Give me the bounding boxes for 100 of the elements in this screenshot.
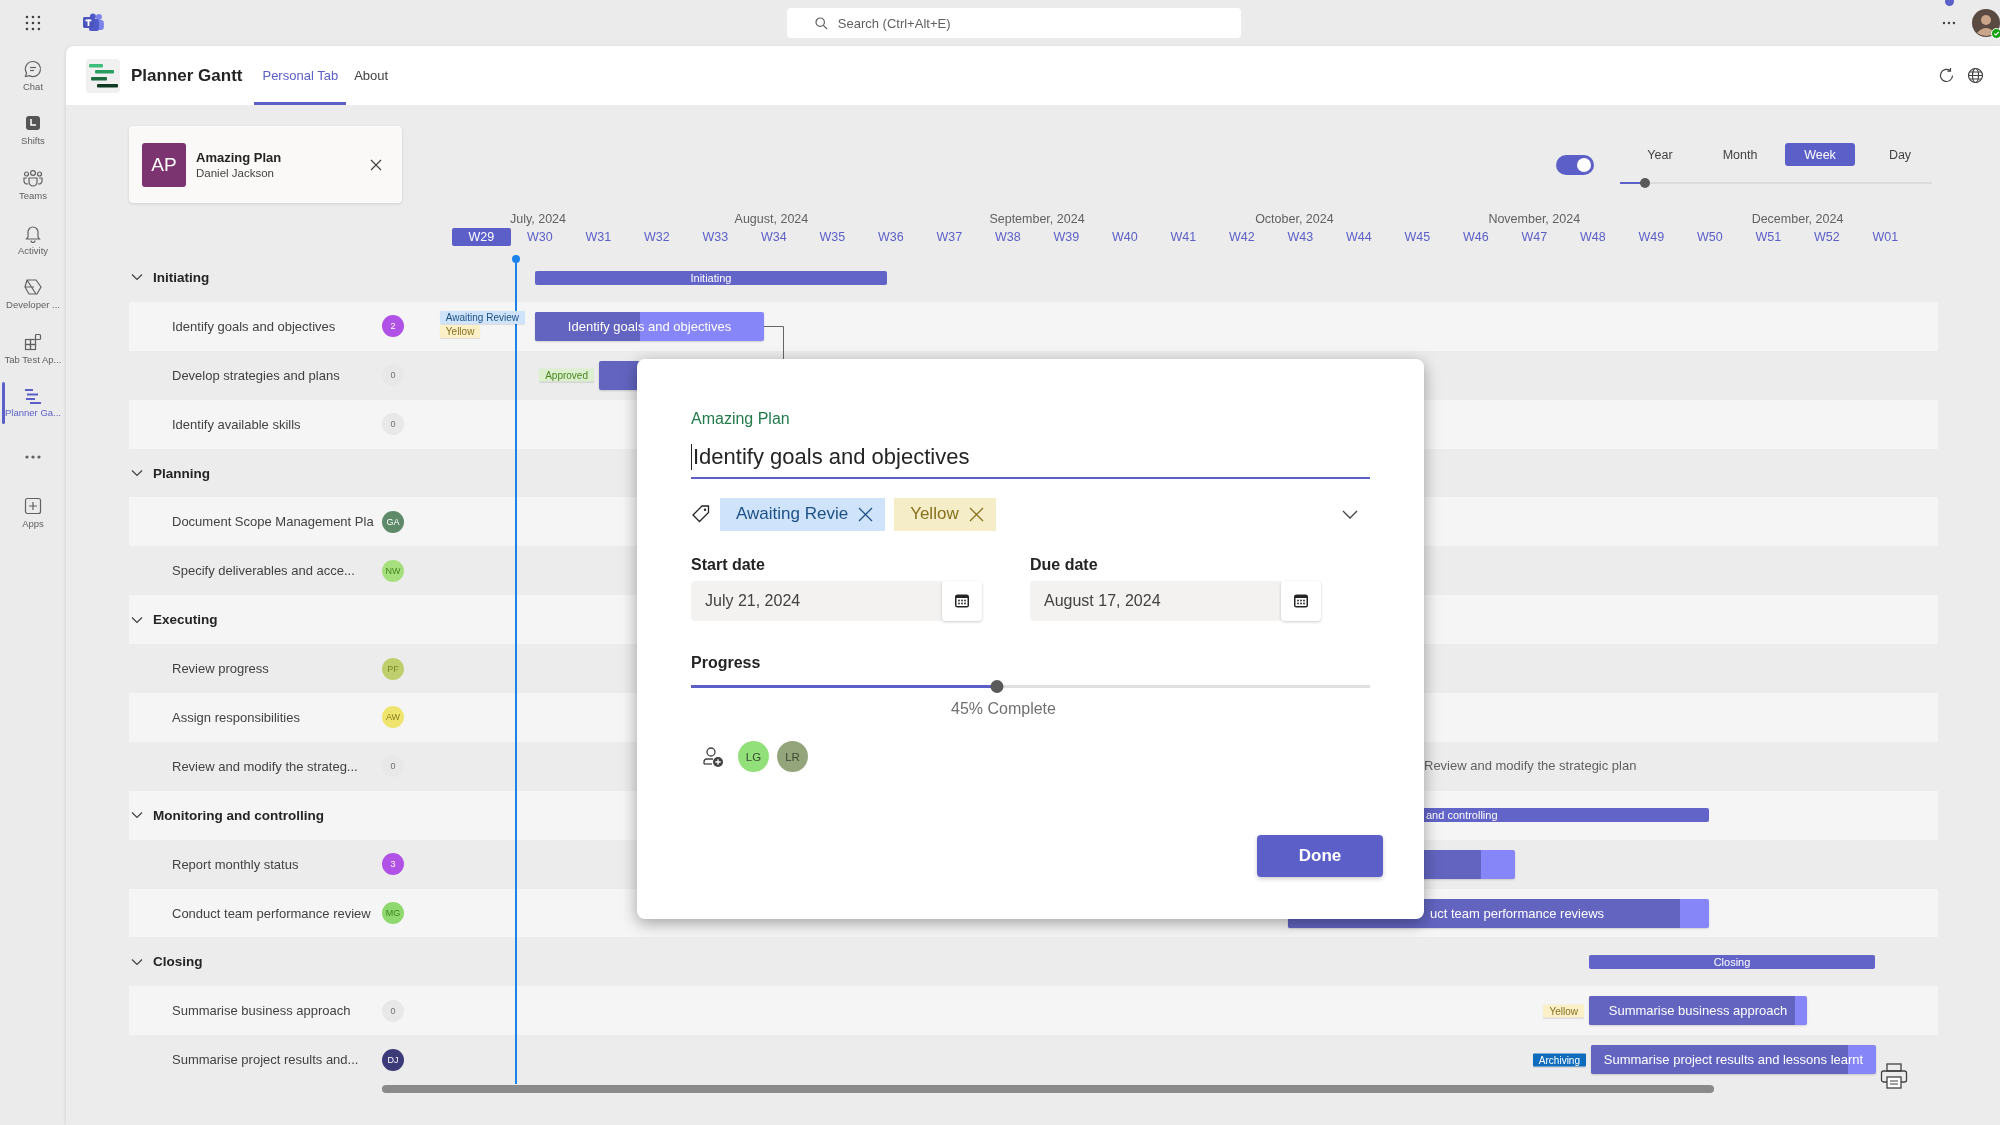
rail-item[interactable]: Tab Test Ap... — [0, 320, 66, 376]
search-field[interactable]: Search (Ctrl+Alt+E) — [786, 8, 1242, 38]
assignee-badge: 2 — [382, 315, 404, 338]
week-label[interactable]: W33 — [686, 228, 745, 246]
task-bar[interactable]: Summarise business approach — [1589, 996, 1807, 1026]
chevron-icon[interactable] — [131, 811, 143, 820]
zoom-slider[interactable] — [1620, 178, 1932, 188]
rail-item[interactable]: Teams — [0, 157, 66, 212]
week-label[interactable]: W48 — [1563, 228, 1622, 246]
week-label[interactable]: W36 — [861, 228, 920, 246]
calendar-button[interactable] — [1281, 581, 1321, 621]
chevron-icon[interactable] — [131, 469, 143, 477]
date-field[interactable]: August 17, 2024 — [1030, 581, 1281, 621]
printer-icon[interactable] — [1880, 1063, 1908, 1089]
week-label[interactable]: W43 — [1271, 228, 1330, 246]
week-label[interactable]: W51 — [1739, 228, 1798, 246]
rail-item[interactable]: Activity — [0, 211, 66, 267]
week-label[interactable]: W29 — [452, 228, 511, 246]
task-name[interactable]: Document Scope Management Pla — [172, 514, 377, 530]
view-mode-button[interactable]: Month — [1705, 143, 1775, 166]
week-label[interactable]: W34 — [744, 228, 803, 246]
week-label[interactable]: W45 — [1388, 228, 1447, 246]
bar-label: uct team performance reviews — [1430, 905, 1605, 921]
globe-icon[interactable] — [1967, 67, 1984, 84]
toggle-switch[interactable] — [1556, 155, 1594, 175]
task-name[interactable]: Specify deliverables and acce... — [172, 563, 377, 579]
week-label[interactable]: W52 — [1797, 228, 1856, 246]
add-app-icon — [23, 495, 43, 516]
week-label[interactable]: W41 — [1154, 228, 1213, 246]
view-mode-button[interactable]: Year — [1625, 143, 1695, 166]
close-icon[interactable] — [370, 158, 382, 171]
task-name[interactable]: Summarise project results and... — [172, 1052, 377, 1068]
planner-icon — [23, 387, 43, 406]
tag-icon[interactable] — [691, 504, 711, 524]
view-mode-button[interactable]: Week — [1785, 143, 1855, 166]
add-person-icon[interactable] — [702, 745, 724, 768]
chevron-icon[interactable] — [131, 615, 143, 624]
bar-label: Summarise business approach — [1608, 1003, 1788, 1019]
close-icon[interactable] — [858, 506, 874, 522]
calendar-button[interactable] — [942, 581, 982, 621]
week-label[interactable]: W39 — [1037, 228, 1096, 246]
plan-card[interactable]: AP Amazing Plan Daniel Jackson — [129, 126, 402, 203]
week-label[interactable]: W32 — [627, 228, 686, 246]
slider-thumb[interactable] — [990, 680, 1004, 693]
plan-avatar: AP — [142, 142, 186, 187]
avatar-icon[interactable] — [1972, 9, 2000, 37]
assignee-avatar[interactable]: LG — [738, 741, 769, 772]
chevron-icon[interactable] — [131, 273, 143, 282]
task-bar[interactable]: Identify goals and objectives — [535, 311, 764, 341]
week-label[interactable]: W37 — [920, 228, 979, 246]
rail-item[interactable]: Shifts — [0, 102, 66, 158]
done-button[interactable]: Done — [1257, 835, 1383, 877]
week-label[interactable]: W40 — [1095, 228, 1154, 246]
scrollbar[interactable] — [382, 1085, 1714, 1094]
week-label[interactable]: W30 — [510, 228, 569, 246]
chevron-icon[interactable] — [1342, 509, 1358, 519]
rail-item[interactable]: Planner Ga... — [0, 375, 66, 431]
month-label: November, 2024 — [1488, 212, 1581, 226]
week-label[interactable]: W01 — [1856, 228, 1915, 246]
teams-logo[interactable] — [82, 13, 105, 33]
more-icon[interactable] — [1942, 21, 1956, 25]
week-label[interactable]: W50 — [1680, 228, 1739, 246]
summary-bar[interactable]: Closing — [1589, 954, 1875, 969]
close-icon[interactable] — [968, 506, 984, 522]
task-name[interactable]: Assign responsibilities — [172, 709, 377, 725]
task-name[interactable]: Summarise business approach — [172, 1003, 377, 1019]
progress-slider[interactable] — [691, 680, 1370, 693]
week-label[interactable]: W47 — [1505, 228, 1564, 246]
assignee-badge: 3 — [382, 853, 404, 876]
chevron-icon[interactable] — [131, 957, 143, 966]
assignee-badge: 0 — [382, 755, 404, 778]
assignee-avatar[interactable]: LR — [777, 741, 808, 772]
view-mode-button[interactable]: Day — [1865, 143, 1935, 166]
week-label[interactable]: W42 — [1212, 228, 1271, 246]
task-bar[interactable]: Summarise project results and lessons learnt — [1591, 1045, 1876, 1075]
task-name[interactable]: Conduct team performance review — [172, 905, 377, 921]
tab[interactable]: Personal Tab — [254, 46, 347, 105]
refresh-icon[interactable] — [1938, 67, 1955, 84]
week-label[interactable]: W46 — [1446, 228, 1505, 246]
week-label[interactable]: W38 — [978, 228, 1037, 246]
week-label[interactable]: W31 — [569, 228, 628, 246]
rail-item[interactable]: Chat — [0, 48, 66, 103]
task-name[interactable]: Review and modify the strateg... — [172, 758, 377, 774]
week-label[interactable]: W44 — [1329, 228, 1388, 246]
tab[interactable]: About — [346, 46, 397, 105]
app-launcher-icon[interactable] — [25, 15, 41, 31]
task-name[interactable]: Report monthly status — [172, 856, 377, 872]
summary-bar[interactable]: Initiating — [535, 270, 887, 285]
date-field[interactable]: July 21, 2024 — [691, 581, 942, 621]
task-name[interactable]: Develop strategies and plans — [172, 367, 377, 383]
week-label[interactable]: W49 — [1622, 228, 1681, 246]
task-name[interactable]: Identify goals and objectives — [172, 318, 377, 334]
plan-name: Amazing Plan — [196, 150, 282, 165]
task-name[interactable]: Identify available skills — [172, 416, 377, 432]
task-name[interactable]: Review progress — [172, 661, 377, 677]
rail-item[interactable]: Apps — [0, 484, 66, 540]
slider-thumb[interactable] — [1639, 178, 1650, 188]
title-field[interactable]: Identify goals and objectives — [691, 437, 1370, 479]
rail-item[interactable]: Developer ... — [0, 266, 66, 321]
week-label[interactable]: W35 — [803, 228, 862, 246]
